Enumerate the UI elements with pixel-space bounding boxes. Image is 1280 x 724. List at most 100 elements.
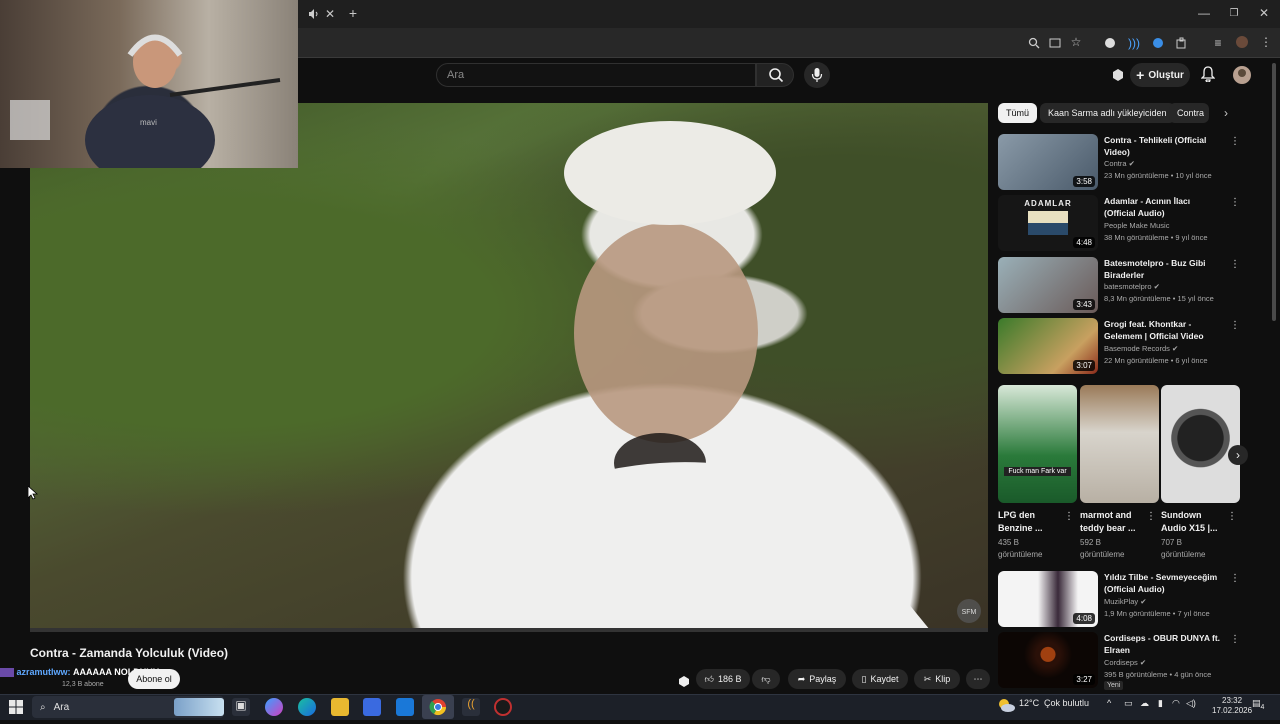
recommendation-item[interactable]: ADAMLAR 4:48 Adamlar - Acının İlacı (Off… [998, 195, 1248, 251]
bookmark-star-icon[interactable]: ☆ [1068, 34, 1084, 50]
recommendation-item[interactable]: 3:43 Batesmotelpro - Buz Gibi Biraderler… [998, 257, 1248, 313]
share-button[interactable]: ➦ Paylaş [788, 669, 846, 689]
obs-icon[interactable] [494, 698, 512, 716]
task-view-icon[interactable]: ▣ [232, 698, 250, 716]
video-player[interactable]: SFM [30, 103, 988, 630]
short-thumbnail[interactable] [1161, 385, 1240, 503]
short-title[interactable]: Sundown Audio X15 |... [1161, 509, 1225, 535]
edge-browser-icon[interactable] [298, 698, 316, 716]
recommendation-title[interactable]: Batesmotelpro - Buz Gibi Biraderler [1104, 257, 1224, 281]
extensions-puzzle-icon[interactable] [1174, 35, 1190, 51]
more-options-icon[interactable]: ⋮ [1230, 320, 1240, 331]
video-thumbnail[interactable]: ADAMLAR 4:48 [998, 195, 1098, 251]
like-button[interactable]: 👍︎ 186 B [696, 669, 750, 689]
save-button[interactable]: ▯ Kaydet [852, 669, 908, 689]
extension-globe-icon[interactable] [1150, 35, 1166, 51]
create-button[interactable]: + Oluştur [1130, 63, 1190, 87]
profile-avatar-icon[interactable] [1234, 34, 1250, 50]
channel-name[interactable]: MuzikPlay ✔ [1104, 597, 1147, 606]
channel-name[interactable]: Basemode Records ✔ [1104, 344, 1178, 353]
tab-close-icon[interactable]: ✕ [322, 6, 338, 22]
more-options-icon[interactable]: ⋮ [1230, 136, 1240, 147]
new-tab-icon[interactable]: + [345, 5, 361, 21]
video-thumbnail[interactable]: 3:07 [998, 318, 1098, 374]
more-options-icon[interactable]: ⋮ [1230, 634, 1240, 645]
more-options-icon[interactable]: ⋮ [1146, 511, 1156, 522]
video-thumbnail[interactable]: 3:58 [998, 134, 1098, 190]
more-actions-button[interactable]: ⋯ [966, 669, 990, 689]
short-title[interactable]: LPG den Benzine ... [998, 509, 1062, 535]
audio-app-icon[interactable]: (( [462, 698, 480, 716]
short-thumbnail[interactable]: Fuck man Fark var [998, 385, 1077, 503]
subscribe-button[interactable]: Abone ol [128, 669, 180, 689]
microphone-tray-icon[interactable]: ▮ [1158, 698, 1163, 709]
scrollbar[interactable] [1272, 63, 1276, 321]
volume-icon[interactable]: ◁) [1186, 698, 1196, 709]
zoom-icon[interactable] [1026, 35, 1042, 51]
voice-search-button[interactable] [804, 62, 830, 88]
recommendation-title[interactable]: Cordiseps - OBUR DUNYA ft. Elraen [1104, 632, 1224, 656]
recommendation-title[interactable]: Grogi feat. Khontkar - Gelemem | Officia… [1104, 318, 1224, 342]
chips-next-chevron-icon[interactable]: › [1218, 105, 1234, 121]
recommendation-title[interactable]: Contra - Tehlikeli (Official Video) [1104, 134, 1224, 158]
recommendation-item[interactable]: 3:27 Cordiseps - OBUR DUNYA ft. Elraen C… [998, 632, 1248, 692]
chip-contra[interactable]: Contra [1169, 103, 1209, 123]
search-button[interactable] [756, 63, 794, 87]
windows-start-icon[interactable] [8, 699, 24, 715]
short-title[interactable]: marmot and teddy bear ... [1080, 509, 1144, 535]
window-close-icon[interactable]: ✕ [1256, 5, 1272, 21]
taskbar-search[interactable]: ⌕ Ara [32, 696, 224, 718]
short-item[interactable]: marmot and teddy bear ... 592 B görüntül… [1080, 385, 1159, 561]
recommendation-item[interactable]: 3:58 Contra - Tehlikeli (Official Video)… [998, 134, 1248, 190]
notification-center-icon[interactable]: ▤4 [1252, 698, 1264, 711]
more-options-icon[interactable]: ⋮ [1064, 511, 1074, 522]
notifications-bell-icon[interactable] [1200, 66, 1216, 82]
channel-name[interactable]: Contra ✔ [1104, 159, 1135, 168]
recommendation-item[interactable]: 4:08 Yıldız Tilbe - Sevmeyeceğim (Offici… [998, 571, 1248, 627]
file-explorer-icon[interactable] [331, 698, 349, 716]
user-avatar[interactable] [1232, 65, 1252, 85]
short-item[interactable]: Sundown Audio X15 |... 707 B görüntüleme… [1161, 385, 1240, 561]
restore-icon[interactable]: ❐ [1226, 5, 1242, 21]
extension-wave-icon[interactable]: ))) [1126, 35, 1142, 51]
cloud-icon[interactable]: ☁ [1140, 698, 1149, 709]
minimize-icon[interactable]: — [1196, 5, 1212, 21]
recommendation-title[interactable]: Yıldız Tilbe - Sevmeyeceğim (Official Au… [1104, 571, 1224, 595]
recommendation-item[interactable]: 3:07 Grogi feat. Khontkar - Gelemem | Of… [998, 318, 1248, 374]
cast-icon[interactable] [1047, 35, 1063, 51]
channel-name[interactable]: batesmotelpro ✔ [1104, 282, 1160, 291]
store-icon[interactable] [363, 698, 381, 716]
recommendation-title[interactable]: Adamlar - Acının İlacı (Official Audio) [1104, 195, 1224, 219]
dislike-button[interactable]: 👎︎ [752, 669, 780, 689]
chrome-taskbar-button[interactable] [422, 695, 454, 719]
tab-mute-icon[interactable] [306, 6, 322, 22]
weather-desc[interactable]: Çok bulutlu [1044, 698, 1089, 708]
video-progress-bar[interactable] [30, 628, 988, 632]
channel-name[interactable]: People Make Music [1104, 221, 1169, 230]
extension-shield-icon[interactable] [1102, 35, 1118, 51]
browser-menu-icon[interactable]: ⋮ [1258, 34, 1274, 50]
video-thumbnail[interactable]: 3:27 [998, 632, 1098, 688]
more-options-icon[interactable]: ⋮ [1230, 573, 1240, 584]
mail-icon[interactable] [396, 698, 414, 716]
short-thumbnail[interactable] [1080, 385, 1159, 503]
short-item[interactable]: Fuck man Fark var LPG den Benzine ... 43… [998, 385, 1077, 561]
cast-tv-icon[interactable] [1110, 67, 1126, 83]
search-input[interactable]: Ara [436, 63, 756, 87]
more-options-icon[interactable]: ⋮ [1230, 197, 1240, 208]
video-thumbnail[interactable]: 3:43 [998, 257, 1098, 313]
chip-uploader[interactable]: Kaan Sarma adlı yükleyiciden [1040, 103, 1175, 123]
hype-icon[interactable] [676, 673, 692, 689]
more-options-icon[interactable]: ⋮ [1227, 511, 1237, 522]
channel-name[interactable]: Cordiseps ✔ [1104, 658, 1146, 667]
wifi-icon[interactable]: ◠ [1172, 698, 1180, 709]
tray-expand-icon[interactable]: ^ [1107, 698, 1111, 708]
clip-button[interactable]: ✂ Klip [914, 669, 960, 689]
copilot-icon[interactable] [265, 698, 283, 716]
clock[interactable]: 23:32 17.02.2026 [1212, 696, 1252, 716]
network-icon[interactable]: ▭ [1124, 698, 1133, 709]
weather-temp[interactable]: 12°C [1019, 698, 1039, 708]
more-options-icon[interactable]: ⋮ [1230, 259, 1240, 270]
video-thumbnail[interactable]: 4:08 [998, 571, 1098, 627]
chip-all[interactable]: Tümü [998, 103, 1038, 123]
